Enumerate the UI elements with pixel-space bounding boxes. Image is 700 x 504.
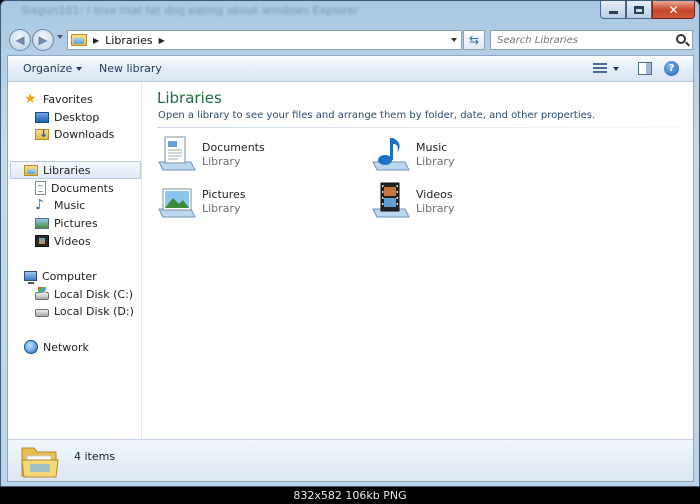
chevron-down-icon [76,67,83,71]
library-name: Videos [416,188,453,201]
pictures-library-icon [158,188,196,218]
sidebar-item-label: Downloads [54,127,115,141]
sidebar-item-network[interactable]: Network [8,338,89,356]
library-item-pictures[interactable]: Pictures Library [157,181,347,223]
search-input[interactable] [491,34,661,46]
sidebar-item-libraries[interactable]: Libraries [10,161,141,179]
libraries-icon [24,164,38,176]
image-caption: 832x582 106kb PNG [0,487,700,504]
sidebar-item-downloads[interactable]: Downloads [8,125,114,143]
search-box[interactable] [490,30,693,50]
music-icon: ♪ [35,197,44,213]
sidebar-item-label: Documents [51,181,114,195]
help-icon[interactable]: ? [664,61,679,76]
breadcrumb-libraries[interactable]: Libraries [105,34,153,47]
sidebar-item-videos[interactable]: Videos [8,232,91,250]
library-name: Documents [202,141,265,154]
sidebar-item-favorites[interactable]: ★ Favorites [8,90,93,108]
sidebar-item-music[interactable]: ♪ Music [8,196,85,214]
main-pane: Libraries Open a library to see your fil… [143,82,693,439]
navigation-bar: ◀ ▶ ▶ Libraries ▶ ⇆ [1,25,699,55]
refresh-icon: ⇆ [468,33,480,47]
organize-label: Organize [23,62,73,75]
library-item-videos[interactable]: Videos Library [371,181,561,223]
back-button[interactable]: ◀ [9,29,31,51]
documents-icon [35,181,46,195]
forward-arrow-icon: ▶ [38,33,48,47]
sidebar-item-local-disk-c[interactable]: Local Disk (C:) [8,285,133,303]
library-item-music[interactable]: Music Library [371,134,561,176]
sidebar-item-label: Local Disk (C:) [54,287,134,301]
preview-pane-icon[interactable] [638,62,652,75]
title-bar[interactable]: Sixgun101: i love that fat dog eating ab… [1,1,699,23]
music-library-icon [372,138,410,171]
sidebar-item-label: Favorites [43,92,93,106]
refresh-button[interactable]: ⇆ [463,30,485,50]
sidebar-item-label: Network [43,340,89,354]
view-options-dropdown[interactable] [613,67,619,71]
navigation-pane: ★ Favorites Desktop Downloads Libraries … [8,82,142,439]
minimize-button[interactable] [600,1,626,19]
system-disk-icon [35,287,49,300]
sidebar-item-label: Libraries [43,163,91,177]
libraries-folder-icon [71,34,87,46]
explorer-window: Sixgun101: i love that fat dog eating ab… [0,0,700,487]
organize-button[interactable]: Organize [23,62,83,75]
close-button[interactable]: ✕ [652,1,695,19]
documents-library-icon [158,136,196,171]
library-type: Library [202,155,241,168]
sidebar-item-documents[interactable]: Documents [8,179,114,197]
caption-buttons: ✕ [600,1,695,20]
divider [157,127,679,128]
maximize-button[interactable] [626,1,652,19]
sidebar-item-label: Videos [54,234,91,248]
maximize-icon [634,5,644,14]
change-view-icon[interactable] [593,63,607,75]
library-item-documents[interactable]: Documents Library [157,134,347,176]
downloads-icon [35,127,49,140]
breadcrumb-chevron-icon[interactable]: ▶ [159,36,165,45]
library-type: Library [416,155,455,168]
computer-icon [24,271,37,284]
sidebar-item-desktop[interactable]: Desktop [8,108,99,126]
sidebar-item-label: Local Disk (D:) [54,304,134,318]
explorer-content: Organize New library ? ★ Favorites Deskt… [7,55,694,482]
desktop-icon [35,112,49,123]
library-type: Library [202,202,241,215]
library-name: Music [416,141,448,154]
minimize-icon [608,10,618,14]
sidebar-item-label: Music [54,198,86,212]
library-name: Pictures [202,188,246,201]
recent-pages-dropdown[interactable] [57,35,63,39]
item-count: 4 items [74,450,116,463]
back-arrow-icon: ◀ [15,33,25,47]
videos-library-icon [372,182,410,218]
disk-icon [35,309,49,317]
address-bar[interactable]: ▶ Libraries ▶ [67,30,462,50]
library-type: Library [416,202,455,215]
window-title: Sixgun101: i love that fat dog eating ab… [21,4,359,17]
page-title: Libraries [157,89,222,107]
libraries-folder-icon [21,447,59,478]
sidebar-item-pictures[interactable]: Pictures [8,214,98,232]
sidebar-item-label: Pictures [54,216,98,230]
command-bar: Organize New library ? [8,56,693,82]
pictures-icon [35,217,49,229]
network-icon [24,340,38,354]
videos-icon [35,235,49,247]
address-history-dropdown[interactable] [451,38,457,42]
star-icon: ★ [24,91,37,107]
sidebar-item-computer[interactable]: Computer [8,267,97,285]
details-pane: 4 items [8,439,693,481]
sidebar-item-label: Computer [42,269,97,283]
close-icon: ✕ [668,2,679,17]
forward-button[interactable]: ▶ [32,29,54,51]
sidebar-item-label: Desktop [54,110,100,124]
sidebar-item-local-disk-d[interactable]: Local Disk (D:) [8,302,134,320]
page-description: Open a library to see your files and arr… [158,110,596,121]
breadcrumb-chevron-icon[interactable]: ▶ [93,36,99,45]
new-library-button[interactable]: New library [99,62,162,75]
search-icon[interactable] [676,34,686,44]
